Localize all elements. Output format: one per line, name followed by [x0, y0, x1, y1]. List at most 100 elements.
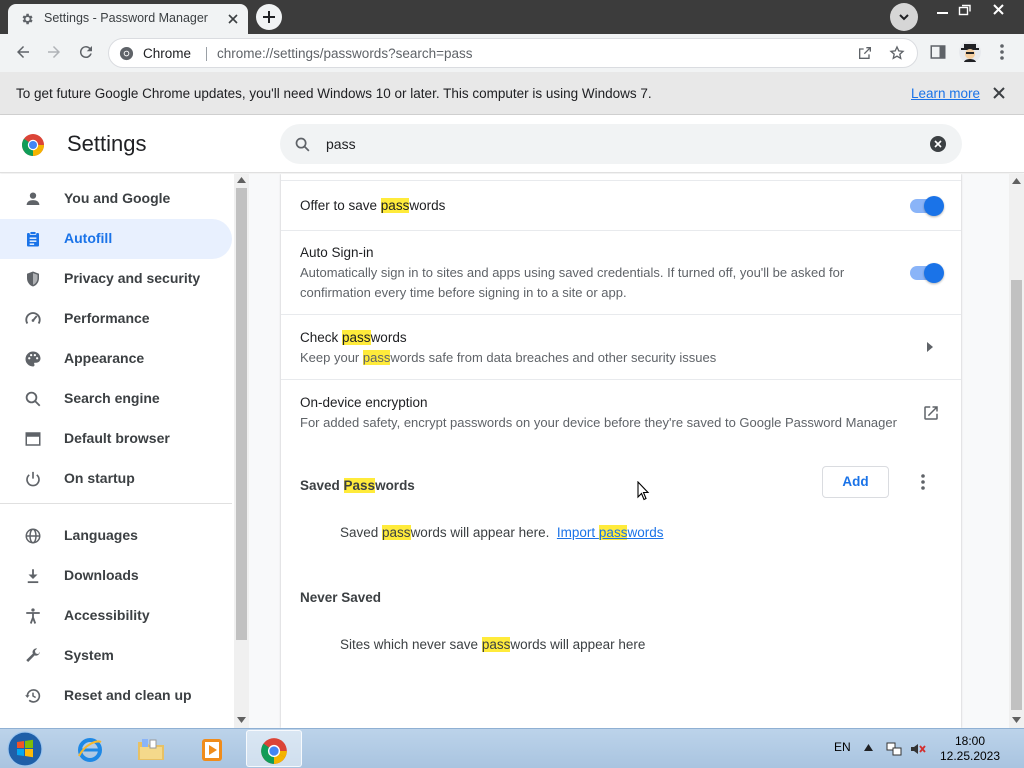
forward-arrow-icon[interactable]	[45, 43, 63, 61]
history-icon	[24, 687, 42, 705]
wrench-icon	[24, 647, 42, 665]
new-tab-button[interactable]	[256, 4, 282, 30]
update-infobar: To get future Google Chrome updates, you…	[0, 72, 1024, 115]
search-query[interactable]: pass	[326, 136, 356, 152]
close-tab-icon[interactable]	[226, 12, 240, 26]
taskbar-chrome[interactable]	[246, 730, 302, 767]
auto-signin-toggle[interactable]	[910, 263, 944, 283]
sidebar-item-on-startup[interactable]: On startup	[0, 459, 232, 499]
clock-time: 18:00	[954, 734, 986, 748]
url-text[interactable]: chrome://settings/passwords?search=pass	[217, 46, 473, 61]
language-indicator[interactable]: EN	[834, 740, 851, 754]
page-title: Settings	[67, 131, 147, 156]
profile-avatar-icon[interactable]	[958, 40, 982, 64]
arrow-right-icon[interactable]	[927, 342, 933, 352]
more-vert-icon[interactable]	[995, 43, 1009, 61]
taskbar-ie[interactable]	[62, 730, 118, 767]
taskbar-media-player[interactable]	[184, 730, 240, 767]
sidebar-item-downloads[interactable]: Downloads	[0, 556, 232, 596]
power-icon	[24, 470, 42, 488]
person-icon	[24, 190, 42, 208]
clock[interactable]: 18:00 12.25.2023	[935, 734, 1005, 764]
content-scrollbar[interactable]	[1009, 174, 1024, 728]
start-button[interactable]	[6, 730, 46, 768]
auto-signin-row[interactable]: Auto Sign-in Automatically sign in to si…	[281, 230, 961, 314]
volume-muted-icon[interactable]	[910, 741, 926, 757]
reload-icon[interactable]	[77, 43, 95, 61]
share-icon[interactable]	[857, 45, 873, 61]
chrome-logo-icon	[21, 133, 45, 157]
auto-signin-description: Automatically sign in to sites and apps …	[300, 265, 845, 300]
import-passwords-link[interactable]: Import passwords	[557, 525, 663, 540]
taskbar-explorer[interactable]	[123, 730, 179, 767]
settings-sidebar: You and Google Autofill Privacy and secu…	[0, 174, 234, 728]
title-bar: Settings - Password Manager	[0, 0, 1024, 34]
saved-passwords-heading: Saved Passwords	[300, 478, 415, 493]
sidebar-item-you-and-google[interactable]: You and Google	[0, 179, 232, 219]
sidebar-item-label: Downloads	[64, 567, 139, 583]
infobar-message: To get future Google Chrome updates, you…	[16, 86, 652, 101]
network-icon[interactable]	[886, 741, 902, 757]
sidebar-item-performance[interactable]: Performance	[0, 299, 232, 339]
learn-more-link[interactable]: Learn more	[911, 86, 980, 101]
encryption-description: For added safety, encrypt passwords on y…	[300, 415, 897, 430]
tab-search-button[interactable]	[890, 3, 918, 31]
clear-search-icon[interactable]	[929, 135, 947, 153]
sidebar-item-autofill[interactable]: Autofill	[0, 219, 232, 259]
add-password-button[interactable]: Add	[822, 466, 889, 498]
external-link-icon[interactable]	[922, 404, 940, 422]
omnibox-divider	[206, 47, 207, 61]
check-passwords-row[interactable]: Check passwords Keep your passwords safe…	[281, 314, 961, 379]
palette-icon	[24, 350, 42, 368]
clipboard-icon	[24, 230, 42, 248]
sidebar-item-label: Languages	[64, 527, 138, 543]
browser-icon	[24, 430, 42, 448]
restore-button[interactable]	[950, 2, 980, 18]
password-manager-card: Offer to save passwords Auto Sign-in Aut…	[281, 174, 961, 728]
sidebar-item-label: Appearance	[64, 350, 145, 366]
sidebar-scrollbar[interactable]	[234, 174, 249, 728]
on-device-encryption-row[interactable]: On-device encryption For added safety, e…	[281, 379, 961, 445]
browser-tab[interactable]: Settings - Password Manager	[8, 4, 248, 34]
never-saved-empty-message: Sites which never save passwords will ap…	[340, 637, 646, 652]
settings-header: Settings pass	[0, 115, 1024, 173]
sidebar-item-label: Privacy and security	[64, 270, 201, 286]
side-panel-icon[interactable]	[929, 43, 947, 61]
tab-title: Settings - Password Manager	[44, 11, 208, 25]
content-scrollbar-thumb[interactable]	[1011, 280, 1022, 710]
settings-content: Offer to save passwords Auto Sign-in Aut…	[249, 174, 1009, 728]
encryption-title: On-device encryption	[300, 395, 428, 410]
sidebar-item-label: Autofill	[64, 230, 113, 246]
sidebar-item-reset[interactable]: Reset and clean up	[0, 676, 232, 716]
close-window-button[interactable]	[984, 2, 1014, 18]
settings-search-input[interactable]: pass	[280, 124, 962, 164]
sidebar-item-languages[interactable]: Languages	[0, 516, 232, 556]
check-passwords-title: Check passwords	[300, 330, 407, 345]
sidebar-item-search-engine[interactable]: Search engine	[0, 379, 232, 419]
sidebar-item-label: Accessibility	[64, 607, 150, 623]
sidebar-item-appearance[interactable]: Appearance	[0, 339, 232, 379]
offer-to-save-toggle[interactable]	[910, 196, 944, 216]
mouse-cursor-icon	[637, 481, 650, 501]
shield-icon	[24, 270, 42, 288]
sidebar-item-privacy[interactable]: Privacy and security	[0, 259, 232, 299]
download-icon	[24, 567, 42, 585]
sidebar-item-system[interactable]: System	[0, 636, 232, 676]
gear-icon	[20, 12, 34, 26]
never-saved-heading: Never Saved	[300, 590, 382, 605]
clock-date: 12.25.2023	[939, 749, 1001, 763]
sidebar-scrollbar-thumb[interactable]	[236, 188, 247, 640]
more-actions-icon[interactable]	[913, 471, 933, 493]
close-infobar-icon[interactable]	[992, 86, 1006, 100]
offer-to-save-row[interactable]: Offer to save passwords	[281, 180, 961, 230]
chrome-site-icon	[119, 46, 134, 61]
sidebar-item-accessibility[interactable]: Accessibility	[0, 596, 232, 636]
search-icon	[24, 390, 42, 408]
browser-toolbar: Chrome chrome://settings/passwords?searc…	[0, 34, 1024, 72]
address-bar[interactable]: Chrome chrome://settings/passwords?searc…	[108, 38, 918, 68]
bookmark-star-icon[interactable]	[889, 45, 905, 61]
back-arrow-icon[interactable]	[14, 43, 32, 61]
sidebar-item-default-browser[interactable]: Default browser	[0, 419, 232, 459]
speedometer-icon	[24, 310, 42, 328]
tray-expand-icon[interactable]	[864, 744, 873, 751]
